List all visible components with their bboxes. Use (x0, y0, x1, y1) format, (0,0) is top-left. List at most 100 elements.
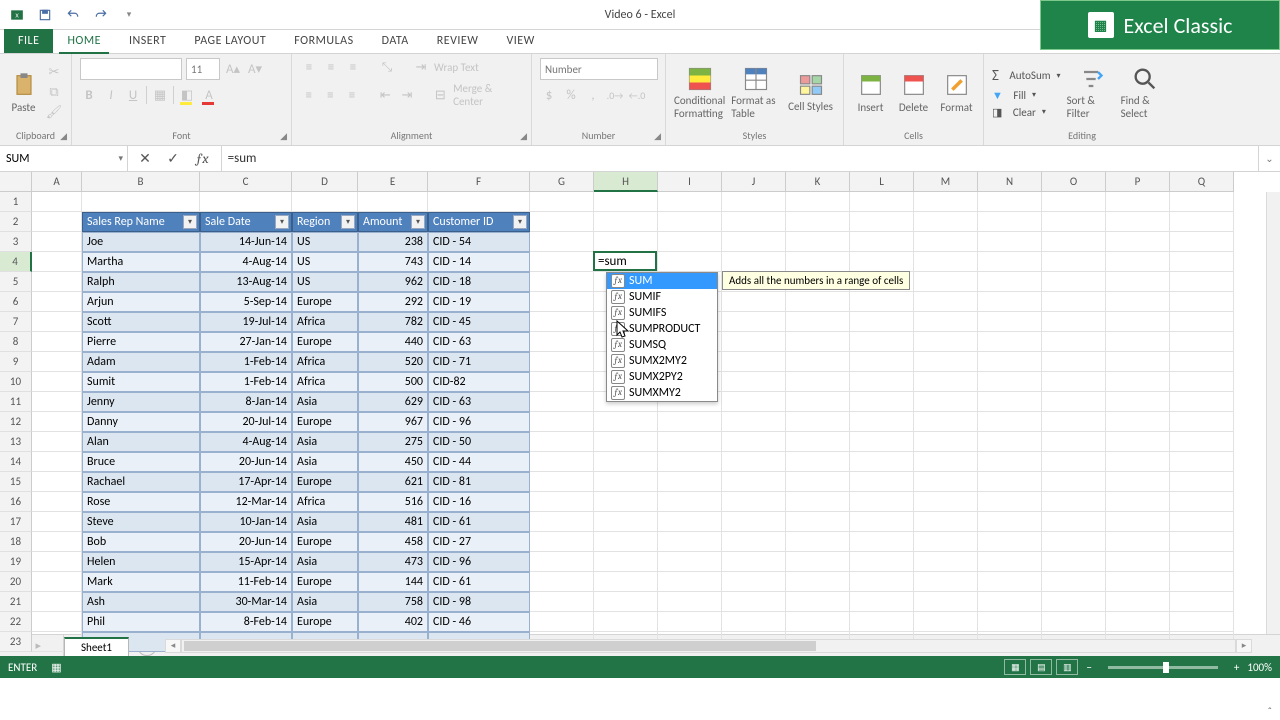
table-cell[interactable]: Africa (292, 492, 358, 512)
table-cell[interactable]: Europe (292, 332, 358, 352)
cancel-formula-icon[interactable]: ✕ (136, 150, 154, 167)
clear-button[interactable]: ◨ Clear▾ (992, 106, 1061, 119)
cell-J9[interactable] (722, 352, 786, 372)
cell-L17[interactable] (850, 512, 914, 532)
cell-P13[interactable] (1106, 432, 1170, 452)
table-cell[interactable]: CID - 18 (428, 272, 530, 292)
cell-O6[interactable] (1042, 292, 1106, 312)
cell-J1[interactable] (722, 192, 786, 212)
cell-K8[interactable] (786, 332, 850, 352)
cell-N7[interactable] (978, 312, 1042, 332)
cell-A20[interactable] (32, 572, 82, 592)
table-cell[interactable]: 440 (358, 332, 428, 352)
cell-A15[interactable] (32, 472, 82, 492)
cell-N14[interactable] (978, 452, 1042, 472)
cell-K11[interactable] (786, 392, 850, 412)
cell-K9[interactable] (786, 352, 850, 372)
save-icon[interactable] (36, 6, 54, 24)
align-top-icon[interactable]: ≡ (300, 58, 318, 76)
cell-K6[interactable] (786, 292, 850, 312)
cell-G11[interactable] (530, 392, 594, 412)
align-right-icon[interactable]: ≡ (343, 86, 361, 104)
table-cell[interactable]: 743 (358, 252, 428, 272)
cell-L6[interactable] (850, 292, 914, 312)
cell-I18[interactable] (658, 532, 722, 552)
table-cell[interactable]: 275 (358, 432, 428, 452)
cell-K19[interactable] (786, 552, 850, 572)
hscroll-left-icon[interactable]: ◂ (165, 639, 181, 653)
cell-G16[interactable] (530, 492, 594, 512)
wrap-text-button[interactable]: Wrap Text (434, 61, 479, 74)
cell-H15[interactable] (594, 472, 658, 492)
row-header-15[interactable]: 15 (0, 472, 32, 492)
cell-K22[interactable] (786, 612, 850, 632)
percent-format-icon[interactable]: % (562, 86, 580, 104)
cell-H17[interactable] (594, 512, 658, 532)
table-cell[interactable]: Europe (292, 532, 358, 552)
cell-K4[interactable] (786, 252, 850, 272)
cell-O4[interactable] (1042, 252, 1106, 272)
cell-O22[interactable] (1042, 612, 1106, 632)
cell-P4[interactable] (1106, 252, 1170, 272)
formula-autocomplete[interactable]: ƒxSUMƒxSUMIFƒxSUMIFSƒxSUMPRODUCTƒxSUMSQƒ… (606, 272, 718, 402)
cell-A11[interactable] (32, 392, 82, 412)
table-cell[interactable]: CID - 45 (428, 312, 530, 332)
table-cell[interactable]: CID - 98 (428, 592, 530, 612)
cell-J6[interactable] (722, 292, 786, 312)
table-cell[interactable]: 14-Jun-14 (200, 232, 292, 252)
qat-customize-icon[interactable]: ▾ (120, 6, 138, 24)
fill-button[interactable]: ▼ Fill▾ (992, 89, 1061, 102)
cell-M10[interactable] (914, 372, 978, 392)
align-bottom-icon[interactable]: ≡ (344, 58, 362, 76)
cell-P9[interactable] (1106, 352, 1170, 372)
cell-J3[interactable] (722, 232, 786, 252)
cell-L21[interactable] (850, 592, 914, 612)
italic-button[interactable]: I (102, 86, 120, 104)
cell-G9[interactable] (530, 352, 594, 372)
cell-P6[interactable] (1106, 292, 1170, 312)
table-cell[interactable]: Sumit (82, 372, 200, 392)
row-header-22[interactable]: 22 (0, 612, 32, 632)
cell-Q12[interactable] (1170, 412, 1234, 432)
table-cell[interactable]: Asia (292, 512, 358, 532)
tab-data[interactable]: DATA (368, 30, 423, 53)
table-header-1[interactable]: Sale Date▾ (200, 212, 292, 232)
wrap-text-icon[interactable]: ⇥ (412, 58, 430, 76)
comma-format-icon[interactable]: , (584, 86, 602, 104)
row-header-6[interactable]: 6 (0, 292, 32, 312)
table-cell[interactable]: 12-Mar-14 (200, 492, 292, 512)
table-cell[interactable]: Jenny (82, 392, 200, 412)
autocomplete-item[interactable]: ƒxSUMXMY2 (607, 385, 717, 401)
cell-M6[interactable] (914, 292, 978, 312)
table-cell[interactable]: Martha (82, 252, 200, 272)
cell-A9[interactable] (32, 352, 82, 372)
row-header-19[interactable]: 19 (0, 552, 32, 572)
sheet-tab-1[interactable]: Sheet1 (64, 637, 129, 656)
cell-L9[interactable] (850, 352, 914, 372)
cell-M11[interactable] (914, 392, 978, 412)
zoom-slider[interactable] (1108, 666, 1218, 669)
table-cell[interactable]: Danny (82, 412, 200, 432)
cell-P21[interactable] (1106, 592, 1170, 612)
cell-Q9[interactable] (1170, 352, 1234, 372)
tab-home[interactable]: HOME (53, 30, 115, 53)
cell-I13[interactable] (658, 432, 722, 452)
table-cell[interactable]: Rachael (82, 472, 200, 492)
cell-L4[interactable] (850, 252, 914, 272)
table-cell[interactable]: 1-Feb-14 (200, 352, 292, 372)
enter-formula-icon[interactable]: ✓ (164, 150, 182, 167)
cell-M20[interactable] (914, 572, 978, 592)
cell-A17[interactable] (32, 512, 82, 532)
cell-Q21[interactable] (1170, 592, 1234, 612)
cell-J17[interactable] (722, 512, 786, 532)
autocomplete-item[interactable]: ƒxSUMPRODUCT (607, 321, 717, 337)
cell-Q7[interactable] (1170, 312, 1234, 332)
row-header-16[interactable]: 16 (0, 492, 32, 512)
table-cell[interactable]: Alan (82, 432, 200, 452)
cell-Q18[interactable] (1170, 532, 1234, 552)
cell-L2[interactable] (850, 212, 914, 232)
cell-L14[interactable] (850, 452, 914, 472)
cell-I12[interactable] (658, 412, 722, 432)
cell-O18[interactable] (1042, 532, 1106, 552)
cell-N20[interactable] (978, 572, 1042, 592)
